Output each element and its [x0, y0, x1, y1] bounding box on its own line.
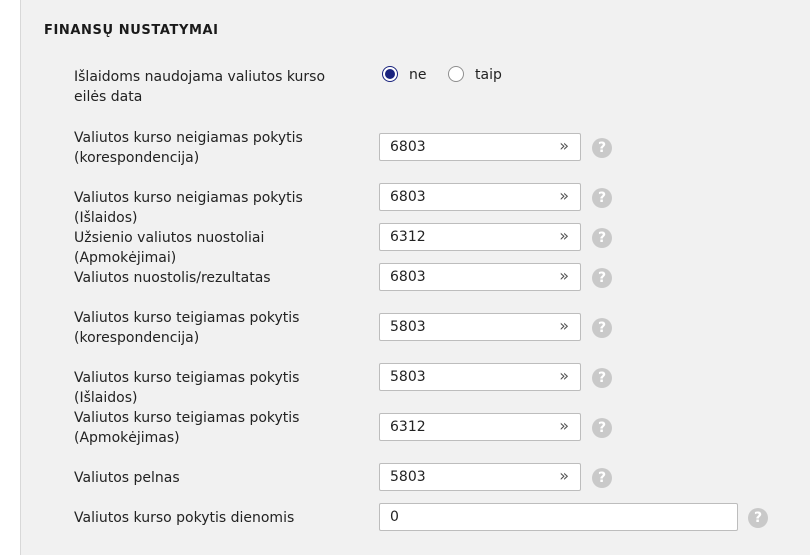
account-input-value: 5803	[390, 369, 426, 385]
question-mark-circle-icon[interactable]: ?	[592, 228, 612, 248]
question-mark-circle-icon[interactable]: ?	[592, 368, 612, 388]
double-chevron-right-icon[interactable]: »	[559, 315, 569, 337]
question-mark-circle-icon[interactable]: ?	[592, 188, 612, 208]
expense-date-setting-label: Išlaidoms naudojama valiutos kurso eilės…	[74, 69, 326, 105]
question-mark-circle-icon[interactable]: ?	[592, 468, 612, 488]
double-chevron-right-icon[interactable]: »	[559, 185, 569, 207]
account-input[interactable]: 6312 »	[379, 413, 581, 441]
field-label: Valiutos kurso neigiamas pokytis (Išlaid…	[74, 190, 303, 226]
account-input[interactable]: 6312 »	[379, 223, 581, 251]
account-input-value: 6312	[390, 229, 426, 245]
account-input[interactable]: 6803 »	[379, 133, 581, 161]
account-input[interactable]: 6803 »	[379, 183, 581, 211]
field-label: Valiutos kurso teigiamas pokytis (Išlaid…	[74, 370, 300, 406]
question-mark-circle-icon[interactable]: ?	[592, 418, 612, 438]
field-label: Valiutos kurso teigiamas pokytis (Apmokė…	[74, 410, 300, 446]
double-chevron-right-icon[interactable]: »	[559, 225, 569, 247]
double-chevron-right-icon[interactable]: »	[559, 265, 569, 287]
field-label: Valiutos nuostolis/rezultatas	[74, 270, 271, 286]
double-chevron-right-icon[interactable]: »	[559, 135, 569, 157]
field-label: Valiutos kurso pokytis dienomis	[74, 510, 295, 526]
question-mark-circle-icon[interactable]: ?	[748, 508, 768, 528]
days-input-value: 0	[390, 509, 399, 525]
section-title: FINANSŲ NUSTATYMAI	[44, 23, 219, 38]
account-input-value: 6803	[390, 269, 426, 285]
account-input-value: 6803	[390, 189, 426, 205]
account-input-value: 5803	[390, 319, 426, 335]
account-input[interactable]: 6803 »	[379, 263, 581, 291]
double-chevron-right-icon[interactable]: »	[559, 465, 569, 487]
question-mark-circle-icon[interactable]: ?	[592, 138, 612, 158]
field-label: Valiutos kurso teigiamas pokytis (koresp…	[74, 310, 300, 346]
question-mark-circle-icon[interactable]: ?	[592, 318, 612, 338]
field-label: Valiutos kurso neigiamas pokytis (koresp…	[74, 130, 303, 166]
field-label: Užsienio valiutos nuostoliai (Apmokėjima…	[74, 230, 265, 266]
days-input[interactable]: 0	[379, 503, 738, 531]
radio-option-taip[interactable]	[448, 66, 464, 82]
account-input[interactable]: 5803 »	[379, 463, 581, 491]
radio-option-ne[interactable]	[382, 66, 398, 82]
double-chevron-right-icon[interactable]: »	[559, 415, 569, 437]
double-chevron-right-icon[interactable]: »	[559, 365, 569, 387]
account-input-value: 5803	[390, 469, 426, 485]
question-mark-circle-icon[interactable]: ?	[592, 268, 612, 288]
radio-option-ne-label: ne	[409, 67, 427, 83]
account-input-value: 6312	[390, 419, 426, 435]
account-input[interactable]: 5803 »	[379, 313, 581, 341]
field-label: Valiutos pelnas	[74, 470, 180, 486]
account-input-value: 6803	[390, 139, 426, 155]
account-input[interactable]: 5803 »	[379, 363, 581, 391]
radio-option-taip-label: taip	[475, 67, 502, 83]
